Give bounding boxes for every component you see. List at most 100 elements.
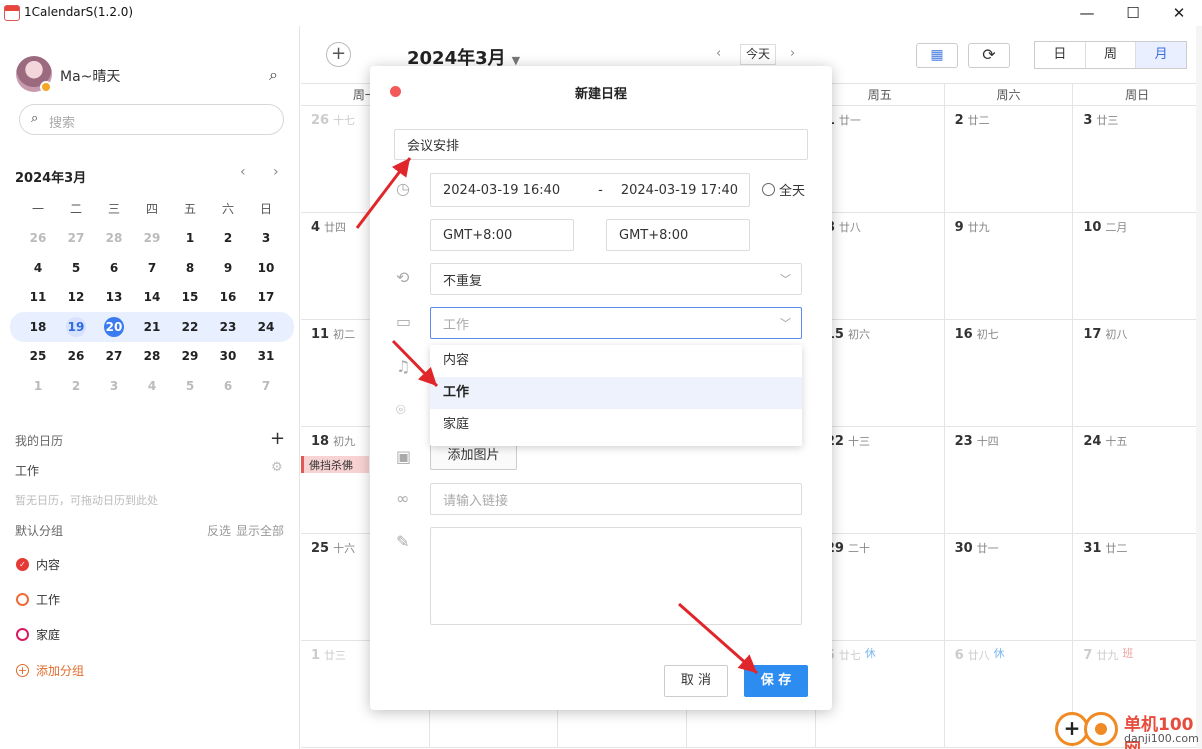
calendar-day-cell[interactable]: 29 二十 [816,534,945,640]
mini-day[interactable]: 18 [19,320,57,334]
mini-day[interactable]: 24 [247,320,285,334]
prev-month-icon[interactable]: ‹ [716,46,721,61]
group-item-family[interactable]: 家庭 [16,626,60,643]
calendar-day-cell[interactable]: 22 十三 [816,427,945,533]
invert-selection-link[interactable]: 反选 [207,522,231,539]
mini-day[interactable]: 27 [95,349,133,363]
mini-day[interactable]: 10 [247,261,285,275]
mini-day[interactable]: 27 [57,231,95,245]
mini-day[interactable]: 3 [95,379,133,393]
save-button[interactable]: 保 存 [744,665,808,697]
calendar-day-cell[interactable]: 23 十四 [945,427,1074,533]
mini-day[interactable]: 12 [57,290,95,304]
maximize-button[interactable]: ☐ [1110,0,1156,26]
mini-day[interactable]: 9 [209,261,247,275]
calendar-day-cell[interactable]: 9 廿九 [945,213,1074,319]
all-day-radio[interactable]: 全天 [762,180,805,199]
calendar-day-cell[interactable]: 3 廿三 [1073,106,1202,212]
add-calendar-icon[interactable]: + [270,428,285,449]
dropdown-option-family[interactable]: 家庭 [430,409,802,441]
mini-day[interactable]: 19 [57,316,95,337]
mini-day[interactable]: 14 [133,290,171,304]
mini-day[interactable]: 28 [95,231,133,245]
calendar-day-cell[interactable]: 10 二月 [1073,213,1202,319]
mini-day[interactable]: 3 [247,231,285,245]
work-calendar-label[interactable]: 工作 [15,462,39,479]
mini-day[interactable]: 21 [133,320,171,334]
mini-day[interactable]: 2 [57,379,95,393]
show-all-link[interactable]: 显示全部 [236,522,284,539]
calendar-day-cell[interactable]: 17 初八 [1073,320,1202,426]
event-title-input[interactable]: 会议安排 [394,129,808,160]
scrollbar[interactable] [1196,26,1202,749]
dropdown-option-work[interactable]: 工作 [430,377,802,409]
close-button[interactable]: ✕ [1156,0,1202,26]
calendar-day-cell[interactable]: 5廿七休 [816,641,945,747]
view-month-tab[interactable]: 月 [1136,42,1187,68]
add-event-button[interactable]: + [326,42,351,67]
mini-day[interactable]: 23 [209,320,247,334]
calendar-day-cell[interactable]: 31 廿二 [1073,534,1202,640]
group-item-content[interactable]: ✓ 内容 [16,556,60,573]
mini-day[interactable]: 8 [171,261,209,275]
mini-day[interactable]: 15 [171,290,209,304]
mini-day[interactable]: 26 [57,349,95,363]
end-timezone-select[interactable]: GMT+8:00 [606,219,750,251]
mini-day[interactable]: 1 [19,379,57,393]
grid-view-icon[interactable]: ▦ [916,43,958,68]
calendar-day-cell[interactable]: 15 初六 [816,320,945,426]
next-month-icon[interactable]: › [790,46,795,61]
today-button[interactable]: 今天 [740,44,776,65]
mini-day[interactable]: 28 [133,349,171,363]
mini-day[interactable]: 16 [209,290,247,304]
calendar-day-cell[interactable]: 2 廿二 [945,106,1074,212]
mini-day[interactable]: 26 [19,231,57,245]
mini-day[interactable]: 13 [95,290,133,304]
refresh-icon[interactable]: ⟳ [968,43,1010,68]
calendar-day-cell[interactable]: 24 十五 [1073,427,1202,533]
mini-day[interactable]: 6 [95,261,133,275]
mini-day[interactable]: 11 [19,290,57,304]
mini-day[interactable]: 29 [171,349,209,363]
mini-day[interactable]: 30 [209,349,247,363]
link-input[interactable]: 请输入链接 [430,483,802,515]
mini-day[interactable]: 17 [247,290,285,304]
add-image-button[interactable]: 添加图片 [430,442,517,470]
repeat-select[interactable]: 不重复 ﹀ [430,263,802,295]
mini-day[interactable]: 22 [171,320,209,334]
start-timezone-select[interactable]: GMT+8:00 [430,219,574,251]
view-week-tab[interactable]: 周 [1086,42,1137,68]
mini-day[interactable]: 4 [133,379,171,393]
mini-day[interactable]: 5 [57,261,95,275]
gear-icon[interactable]: ⚙ [271,460,283,475]
calendar-day-cell[interactable]: 8廿八 [816,213,945,319]
add-group-button[interactable]: + 添加分组 [16,662,84,679]
mini-day[interactable]: 20 [95,316,133,337]
notes-textarea[interactable] [430,527,802,625]
mini-day[interactable]: 5 [171,379,209,393]
minimize-button[interactable]: — [1064,0,1110,26]
mini-prev-month-icon[interactable]: ‹ [240,164,246,180]
mini-day[interactable]: 1 [171,231,209,245]
cancel-button[interactable]: 取 消 [664,665,728,697]
mini-day[interactable]: 7 [133,261,171,275]
mini-day[interactable]: 2 [209,231,247,245]
view-day-tab[interactable]: 日 [1035,42,1086,68]
calendar-day-cell[interactable]: 30 廿一 [945,534,1074,640]
calendar-day-cell[interactable]: 1廿一 [816,106,945,212]
datetime-range-input[interactable]: 2024-03-19 16:40 - 2024-03-19 17:40 [430,173,750,207]
mini-day[interactable]: 6 [209,379,247,393]
search-icon[interactable]: ⌕ [269,65,278,85]
calendar-select[interactable]: 工作 ﹀ [430,307,802,339]
mini-day[interactable]: 7 [247,379,285,393]
mini-day[interactable]: 31 [247,349,285,363]
event-chip[interactable]: 佛挡杀佛 [301,456,369,473]
mini-day[interactable]: 4 [19,261,57,275]
mini-next-month-icon[interactable]: › [273,164,279,180]
search-input[interactable]: ⌕ 搜索 [19,104,284,135]
mini-day[interactable]: 25 [19,349,57,363]
mini-day[interactable]: 29 [133,231,171,245]
dropdown-option-content[interactable]: 内容 [430,345,802,377]
group-item-work[interactable]: 工作 [16,591,60,608]
calendar-day-cell[interactable]: 16 初七 [945,320,1074,426]
